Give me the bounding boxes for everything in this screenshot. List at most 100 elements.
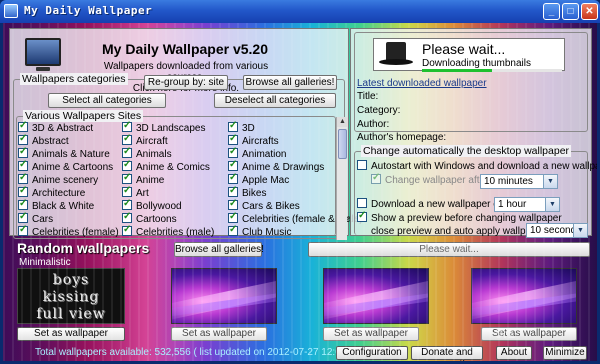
select-all-categories-button[interactable]: Select all categories	[48, 93, 166, 108]
checkbox[interactable]	[228, 133, 238, 146]
checkbox[interactable]	[228, 120, 238, 133]
chevron-down-icon[interactable]: ▼	[545, 198, 559, 211]
close-window-button[interactable]: ✕	[581, 3, 598, 20]
checkbox[interactable]	[228, 198, 238, 211]
set-as-wallpaper-button-1[interactable]: Set as wallpaper	[17, 327, 125, 341]
category-item[interactable]: 3D	[228, 120, 255, 134]
set-as-wallpaper-button-3[interactable]: Set as wallpaper	[323, 327, 419, 341]
category-item[interactable]: 3D Landscapes	[122, 120, 206, 134]
category-item[interactable]: Bollywood	[122, 198, 182, 212]
checkbox[interactable]	[18, 185, 28, 198]
change-after-option[interactable]: Change wallpaper after	[371, 172, 488, 186]
category-item[interactable]: Apple Mac	[228, 172, 289, 186]
wallpaper-thumbnail-2[interactable]	[171, 268, 277, 324]
checkbox[interactable]	[228, 224, 238, 237]
chevron-down-icon[interactable]: ▼	[543, 175, 557, 188]
checkbox[interactable]	[357, 210, 367, 223]
category-item[interactable]: Cars	[18, 211, 53, 225]
categories-scrollbar[interactable]: ▲	[336, 117, 348, 240]
auto-change-label: Change automatically the desktop wallpap…	[361, 145, 572, 157]
close-preview-select[interactable]: 10 seconds ▼	[526, 223, 588, 238]
category-item[interactable]: Cartoons	[122, 211, 177, 225]
checkbox[interactable]	[122, 172, 132, 185]
minimize-window-button[interactable]: _	[543, 3, 560, 20]
total-wallpapers-status: Total wallpapers available: 532,556 ( li…	[35, 347, 353, 358]
category-item[interactable]: Club Music	[228, 224, 291, 238]
regroup-button[interactable]: Re-group by: site	[144, 75, 228, 90]
category-item[interactable]: Abstract	[18, 133, 69, 147]
field-title: Title:	[357, 91, 379, 102]
scrollbar-thumb[interactable]	[338, 129, 347, 159]
checkbox[interactable]	[357, 160, 367, 171]
checkbox[interactable]	[228, 146, 238, 159]
please-wait-button[interactable]: Please wait...	[308, 242, 590, 257]
deselect-all-categories-button[interactable]: Deselect all categories	[214, 93, 336, 108]
chevron-down-icon[interactable]: ▼	[573, 224, 587, 237]
checkbox[interactable]	[122, 198, 132, 211]
checkbox[interactable]	[228, 185, 238, 198]
donate-button[interactable]: Donate and support!	[411, 346, 483, 361]
download-every-select[interactable]: 1 hour ▼	[494, 197, 560, 212]
category-item[interactable]: Celebrities (female)	[18, 224, 119, 238]
autostart-option[interactable]: Autostart with Windows and download a ne…	[357, 160, 597, 172]
random-category-label: Minimalistic	[19, 257, 71, 268]
category-item[interactable]: Black & White	[18, 198, 94, 212]
latest-wallpaper-link[interactable]: Latest downloaded wallpaper	[357, 78, 487, 89]
category-item[interactable]: Anime	[122, 172, 164, 186]
scroll-up-icon[interactable]: ▲	[337, 117, 348, 127]
watermark: 9:1	[495, 325, 516, 341]
checkbox[interactable]	[228, 211, 238, 224]
wallpaper-thumbnail-1[interactable]: boys kissing full view	[17, 268, 125, 324]
wallpaper-thumbnail-3[interactable]	[323, 268, 429, 324]
checkbox[interactable]	[18, 133, 28, 146]
checkbox[interactable]	[228, 172, 238, 185]
checkbox[interactable]	[18, 211, 28, 224]
maximize-window-button[interactable]: □	[562, 3, 579, 20]
category-item[interactable]: Aircrafts	[228, 133, 279, 147]
configuration-button[interactable]: Configuration	[336, 346, 408, 360]
download-progress-bar	[422, 69, 562, 72]
category-item[interactable]: Anime & Comics	[122, 159, 210, 173]
category-item[interactable]: Celebrities (male)	[122, 224, 214, 238]
window-title: My Daily Wallpaper	[24, 4, 153, 17]
field-author: Author:	[357, 119, 390, 130]
checkbox[interactable]	[228, 159, 238, 172]
checkbox[interactable]	[18, 159, 28, 172]
checkbox[interactable]	[18, 224, 28, 237]
category-item[interactable]: Anime & Cartoons	[18, 159, 113, 173]
category-item[interactable]: Anime scenery	[18, 172, 98, 186]
category-item[interactable]: Aircraft	[122, 133, 168, 147]
category-item[interactable]: Bikes	[228, 185, 266, 199]
app-icon	[4, 4, 18, 18]
checkbox[interactable]	[18, 120, 28, 133]
category-item[interactable]: 3D & Abstract	[18, 120, 93, 134]
checkbox[interactable]	[18, 146, 28, 159]
checkbox[interactable]	[122, 224, 132, 237]
category-item[interactable]: Animals	[122, 146, 172, 160]
categories-panel: My Daily Wallpaper v5.20 Wallpapers down…	[9, 28, 363, 240]
category-item[interactable]: Anime & Drawings	[228, 159, 324, 173]
category-item[interactable]: Cars & Bikes	[228, 198, 300, 212]
checkbox[interactable]	[122, 146, 132, 159]
field-category: Category:	[357, 105, 401, 116]
about-button[interactable]: About	[496, 346, 532, 360]
checkbox[interactable]	[122, 185, 132, 198]
set-as-wallpaper-button-2[interactable]: Set as wallpaper	[171, 327, 267, 341]
random-browse-galleries-button[interactable]: Browse all galleries!	[174, 242, 264, 257]
category-item[interactable]: Architecture	[18, 185, 85, 199]
checkbox[interactable]	[18, 198, 28, 211]
checkbox[interactable]	[122, 120, 132, 133]
change-after-select[interactable]: 10 minutes ▼	[480, 174, 558, 189]
category-item[interactable]: Art	[122, 185, 149, 199]
checkbox[interactable]	[18, 172, 28, 185]
checkbox[interactable]	[122, 211, 132, 224]
checkbox[interactable]	[371, 172, 381, 185]
category-item[interactable]: Animation	[228, 146, 286, 160]
category-item[interactable]: Animals & Nature	[18, 146, 110, 160]
checkbox[interactable]	[122, 159, 132, 172]
checkbox[interactable]	[357, 198, 367, 209]
minimize-app-button[interactable]: Minimize	[543, 346, 587, 360]
browse-all-galleries-button[interactable]: Browse all galleries!	[243, 75, 337, 90]
checkbox[interactable]	[122, 133, 132, 146]
wallpaper-thumbnail-4[interactable]	[471, 268, 577, 324]
